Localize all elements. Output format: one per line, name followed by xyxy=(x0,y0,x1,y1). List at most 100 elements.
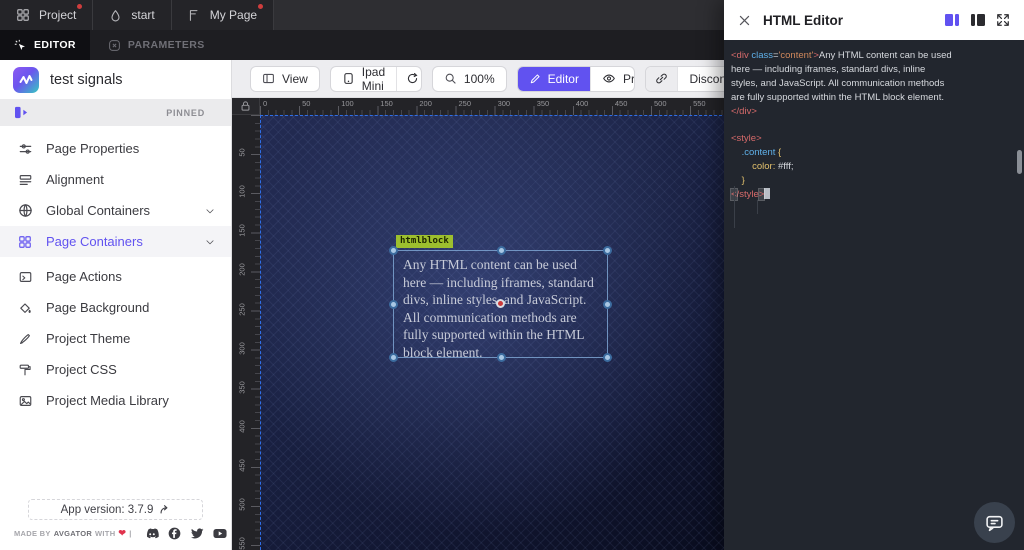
device-select[interactable]: Ipad Mini xyxy=(331,67,397,91)
zoom-magnifier-icon xyxy=(444,72,457,85)
ruler-label: 450 xyxy=(238,454,247,476)
sidebar-pin-toggle[interactable]: PINNED xyxy=(0,99,231,126)
sidebar-item-global-containers[interactable]: Global Containers xyxy=(0,195,231,226)
resize-handle-e[interactable] xyxy=(603,300,612,309)
sidebar-item-page-containers[interactable]: Page Containers xyxy=(0,226,231,257)
page-left-edge xyxy=(260,115,261,550)
roller-icon xyxy=(18,363,34,377)
tab-parameters[interactable]: PARAMETERS xyxy=(108,39,205,52)
lock-icon xyxy=(240,100,251,112)
sidebar-item-label: Page Containers xyxy=(46,234,143,249)
facebook-icon[interactable] xyxy=(168,527,181,540)
left-sidebar: test signals PINNED Page Properties Align… xyxy=(0,60,232,550)
layout-right-icon[interactable] xyxy=(970,13,986,27)
sidebar-item-label: Project CSS xyxy=(46,362,117,377)
chat-support-button[interactable] xyxy=(974,502,1015,543)
panel-header: HTML Editor xyxy=(724,0,1024,40)
bucket-icon xyxy=(18,301,34,315)
brush-icon xyxy=(18,332,34,346)
sidebar-item-label: Project Media Library xyxy=(46,393,169,408)
eye-icon xyxy=(602,72,616,85)
tab-start[interactable]: start xyxy=(93,0,171,30)
heart-icon: ❤ xyxy=(118,528,126,539)
globe-icon xyxy=(18,203,34,218)
code-line: color: #fff; xyxy=(731,160,1024,174)
tab-project[interactable]: Project xyxy=(0,0,93,30)
ruler-label: 150 xyxy=(380,99,393,108)
sidebar-footer: MADE BY AVGATOR WITH ❤ | xyxy=(0,527,231,550)
view-button[interactable]: View xyxy=(250,66,320,92)
ruler-label: 150 xyxy=(238,220,247,242)
resize-handle-w[interactable] xyxy=(389,300,398,309)
preview-mode-button[interactable]: Preview xyxy=(591,67,635,91)
project-name: test signals xyxy=(50,72,123,88)
sidebar-item-page-properties[interactable]: Page Properties xyxy=(0,133,231,164)
link-icon xyxy=(655,72,668,85)
selected-html-block[interactable]: htmlblock Any HTML content can be used h… xyxy=(393,250,608,358)
resize-handle-n[interactable] xyxy=(497,246,506,255)
tab-editor[interactable]: EDITOR xyxy=(0,30,90,60)
horizontal-ruler: 050100150200250300350400450500550 xyxy=(260,98,752,115)
ruler-label: 50 xyxy=(302,99,310,108)
layout-left-icon[interactable] xyxy=(944,13,960,27)
ruler-label: 500 xyxy=(654,99,667,108)
resize-handle-se[interactable] xyxy=(603,353,612,362)
sidebar-item-label: Page Properties xyxy=(46,141,139,156)
expand-icon[interactable] xyxy=(996,13,1010,27)
zoom-button[interactable]: 100% xyxy=(432,66,507,92)
tab-my-page[interactable]: My Page xyxy=(172,0,274,30)
resize-handle-s[interactable] xyxy=(497,353,506,362)
unsaved-dot xyxy=(77,4,82,9)
preview-mode-label: Preview xyxy=(623,72,635,86)
close-icon[interactable] xyxy=(738,14,751,27)
code-line: here — including iframes, standard divs,… xyxy=(731,63,1024,77)
sidebar-item-project-media-library[interactable]: Project Media Library xyxy=(0,385,231,416)
sidebar-item-project-css[interactable]: Project CSS xyxy=(0,354,231,385)
code-scrollbar[interactable] xyxy=(1017,150,1022,174)
ruler-label: 250 xyxy=(459,99,472,108)
ruler-label: 500 xyxy=(238,494,247,516)
grid-icon xyxy=(16,8,30,22)
ruler-label: 100 xyxy=(341,99,354,108)
tablet-icon xyxy=(342,72,355,85)
code-line: </div> xyxy=(731,105,1024,119)
chevron-down-icon xyxy=(205,237,215,247)
sidebar-item-project-theme[interactable]: Project Theme xyxy=(0,323,231,354)
sidebar-item-page-actions[interactable]: Page Actions xyxy=(0,261,231,292)
ruler-label: 100 xyxy=(238,181,247,203)
panel-pin-icon xyxy=(14,106,29,119)
sidebar-item-alignment[interactable]: Alignment xyxy=(0,164,231,195)
indent-guide xyxy=(757,200,758,214)
parameters-tab-label: PARAMETERS xyxy=(128,39,205,51)
ruler-lock-button[interactable] xyxy=(232,98,260,115)
editor-mode-button[interactable]: Editor xyxy=(518,67,591,91)
ruler-label: 350 xyxy=(537,99,550,108)
block-anchor-point[interactable] xyxy=(496,299,505,308)
chat-bubble-icon xyxy=(985,514,1004,532)
avgator-logo xyxy=(13,67,39,93)
share-arrow-icon xyxy=(159,504,170,515)
twitter-icon[interactable] xyxy=(190,528,204,540)
ruler-label: 200 xyxy=(238,259,247,281)
resize-handle-nw[interactable] xyxy=(389,246,398,255)
ruler-label: 0 xyxy=(263,99,267,108)
youtube-icon[interactable] xyxy=(213,528,227,539)
resize-handle-sw[interactable] xyxy=(389,353,398,362)
rotate-device-button[interactable] xyxy=(397,67,422,91)
link-status-button[interactable] xyxy=(646,67,678,91)
sidebar-menu: Page Properties AlignmentGlobal Container… xyxy=(0,126,231,499)
block-tag-label: htmlblock xyxy=(396,235,453,248)
social-links xyxy=(145,527,227,540)
tab-label: start xyxy=(131,8,154,22)
discord-icon[interactable] xyxy=(145,528,159,540)
ruler-label: 550 xyxy=(693,99,706,108)
canvas-workspace: View Ipad Mini 100% Editor xyxy=(232,60,752,550)
project-header: test signals xyxy=(0,60,231,99)
page-top-edge xyxy=(260,115,752,116)
sidebar-item-page-background[interactable]: Page Background xyxy=(0,292,231,323)
resize-handle-ne[interactable] xyxy=(603,246,612,255)
pinned-label: PINNED xyxy=(166,108,205,118)
app-version-button[interactable]: App version: 3.7.9 xyxy=(28,499,203,520)
ruler-label: 400 xyxy=(238,415,247,437)
code-editor[interactable]: <div class='content'>Any HTML content ca… xyxy=(724,40,1024,550)
